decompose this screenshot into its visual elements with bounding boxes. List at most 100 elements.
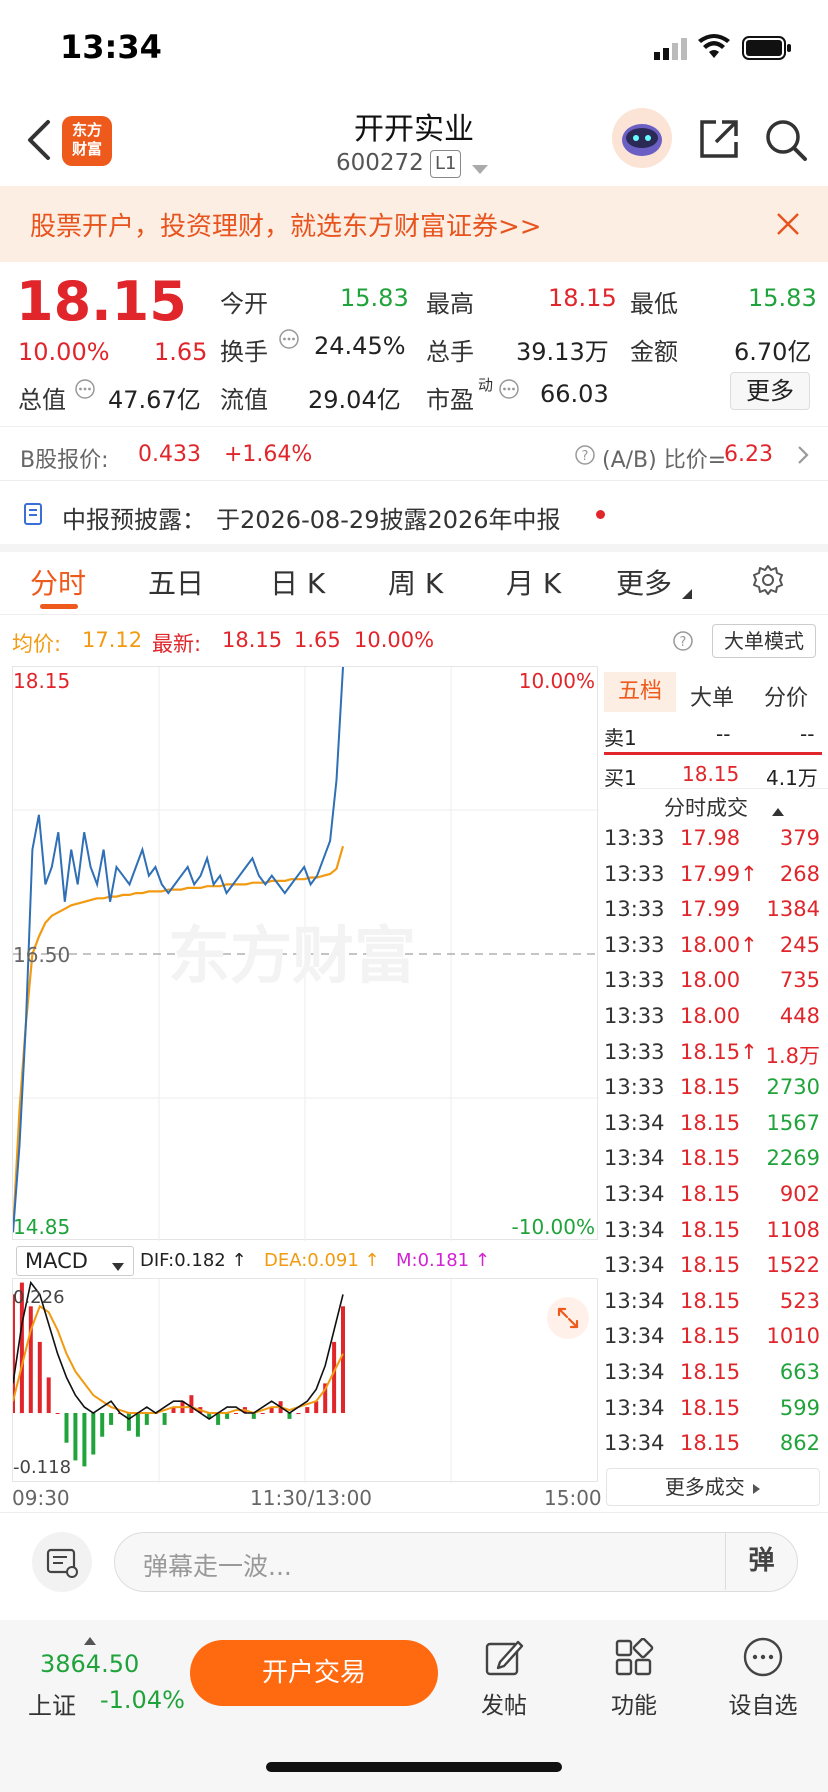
expand-icon[interactable] (547, 1297, 589, 1339)
chevron-right-icon[interactable] (796, 444, 810, 470)
info-dots-icon[interactable] (74, 378, 96, 404)
danmu-settings-icon[interactable] (32, 1532, 92, 1592)
ab-ratio-label: (A/B) 比价= (602, 448, 727, 473)
robot-assistant-icon[interactable] (612, 108, 672, 168)
index-pct[interactable]: -1.04% (100, 1686, 185, 1714)
macd-bottom-tick: -0.118 (13, 1457, 72, 1478)
info-dots-icon[interactable] (498, 378, 520, 404)
promo-text[interactable]: 股票开户，投资理财，就选东方财富证券>> (30, 206, 542, 243)
tick-time: 13:33 (604, 1075, 665, 1100)
tick-price: 17.99↑ (680, 861, 758, 886)
search-icon[interactable] (764, 118, 808, 166)
divider (0, 480, 828, 481)
tick-volume: 1567 (766, 1110, 820, 1135)
pe-value: 66.03 (540, 380, 609, 408)
tab-monthly-k[interactable]: 月 K (506, 562, 561, 602)
high-label: 最高 (426, 290, 474, 318)
settings-gear-icon[interactable] (752, 564, 784, 600)
help-icon[interactable]: ? (672, 630, 694, 656)
info-dots-icon[interactable] (278, 328, 300, 354)
float-label: 流值 (220, 386, 268, 414)
buy1-price: 18.15 (682, 762, 740, 786)
add-watchlist-label[interactable]: 设自选 (718, 1686, 808, 1720)
tab-daily-k[interactable]: 日 K (270, 562, 325, 602)
macd-bar (100, 1413, 105, 1437)
index-name[interactable]: 上证 (28, 1686, 76, 1721)
notice-label[interactable]: 中报预披露： (62, 500, 206, 535)
panel-tab-big-order[interactable]: 大单 (690, 680, 734, 712)
tab-more[interactable]: 更多 (616, 562, 672, 602)
volume-label: 总手 (426, 338, 474, 366)
tick-time: 13:33 (604, 968, 665, 993)
level-dropdown-icon[interactable] (472, 160, 488, 179)
open-label: 今开 (220, 290, 268, 318)
tick-row: 13:34 18.15 663 (604, 1360, 824, 1392)
sort-up-icon[interactable] (772, 801, 784, 820)
report-icon (22, 502, 46, 530)
tab-weekly-k[interactable]: 周 K (388, 562, 443, 602)
ticks-title[interactable]: 分时成交 (664, 792, 748, 822)
close-icon[interactable] (776, 212, 800, 240)
pct-tick-bottom: -10.00% (511, 1215, 595, 1239)
status-bar: 13:34 (0, 0, 828, 96)
level-badge[interactable]: L1 (430, 150, 462, 178)
tick-price: 18.15 (680, 1110, 741, 1135)
functions-label[interactable]: 功能 (589, 1686, 679, 1720)
macd-bar (64, 1413, 69, 1443)
macd-top-tick: 0.226 (13, 1287, 65, 1308)
intraday-chart[interactable]: 东方财富 18.15 16.50 14.85 10.00% -10.00% (12, 666, 599, 1241)
macd-bar (135, 1413, 140, 1437)
help-icon[interactable]: ? (574, 444, 596, 470)
tab-five-day[interactable]: 五日 (148, 562, 204, 602)
big-order-mode-button[interactable]: 大单模式 (712, 624, 816, 658)
pe-label: 市盈 (426, 386, 474, 414)
panel-tab-five-level[interactable]: 五档 (604, 672, 676, 712)
tab-intraday[interactable]: 分时 (30, 562, 86, 602)
danmu-send-button[interactable]: 弹 (725, 1533, 797, 1590)
macd-chart[interactable]: 0.226 -0.118 (12, 1278, 598, 1483)
tick-price: 18.15 (680, 1253, 741, 1278)
chevron-down-icon[interactable] (112, 1257, 124, 1276)
turnover-label: 换手 (220, 338, 268, 366)
danmu-placeholder: 弹幕走一波... (143, 1552, 292, 1581)
tick-volume: 735 (779, 968, 820, 993)
panel-tab-price-dist[interactable]: 分价 (764, 680, 808, 712)
macd-bar (55, 1413, 60, 1414)
divider (0, 1512, 828, 1513)
tick-row: 13:33 18.15 2730 (604, 1075, 824, 1107)
index-value[interactable]: 3864.50 (40, 1650, 139, 1678)
macd-bar (91, 1413, 96, 1455)
bshare-pct: +1.64% (224, 442, 313, 467)
tick-volume: 1384 (766, 897, 820, 922)
more-button[interactable]: 更多 (730, 372, 810, 410)
avg-price-line (13, 845, 345, 1233)
ytick-top: 18.15 (13, 669, 71, 693)
post-label[interactable]: 发帖 (459, 1686, 549, 1720)
amount-label: 金额 (630, 338, 678, 366)
ytick-bottom: 14.85 (13, 1215, 71, 1239)
share-icon[interactable] (698, 118, 740, 164)
functions-grid-icon[interactable] (614, 1637, 654, 1682)
tick-row: 13:33 18.00 735 (604, 968, 824, 1000)
danmu-input[interactable]: 弹幕走一波... 弹 (114, 1532, 798, 1592)
tick-volume: 268 (779, 861, 820, 886)
svg-text:?: ? (582, 449, 589, 464)
tick-time: 13:34 (604, 1431, 665, 1456)
macd-bar (109, 1413, 114, 1425)
svg-text:?: ? (680, 635, 687, 650)
add-watchlist-icon[interactable] (742, 1636, 784, 1682)
more-ticks-button[interactable]: 更多成交 (606, 1468, 820, 1506)
macd-bar (46, 1377, 51, 1413)
open-account-trade-button[interactable]: 开户交易 (190, 1640, 438, 1706)
tick-price: 18.15 (680, 1146, 741, 1171)
post-icon[interactable] (484, 1638, 524, 1682)
sell1-label: 卖1 (604, 726, 637, 750)
tick-price: 18.15 (680, 1288, 741, 1313)
tick-price: 18.15 (680, 1324, 741, 1349)
notice-text[interactable]: 于2026-08-29披露2026年中报 (216, 500, 561, 535)
dropdown-corner-icon[interactable] (682, 584, 692, 603)
low-label: 最低 (630, 290, 678, 318)
tick-price: 18.15 (680, 1431, 741, 1456)
tick-row: 13:34 18.15 902 (604, 1182, 824, 1214)
low-value: 15.83 (748, 284, 817, 312)
